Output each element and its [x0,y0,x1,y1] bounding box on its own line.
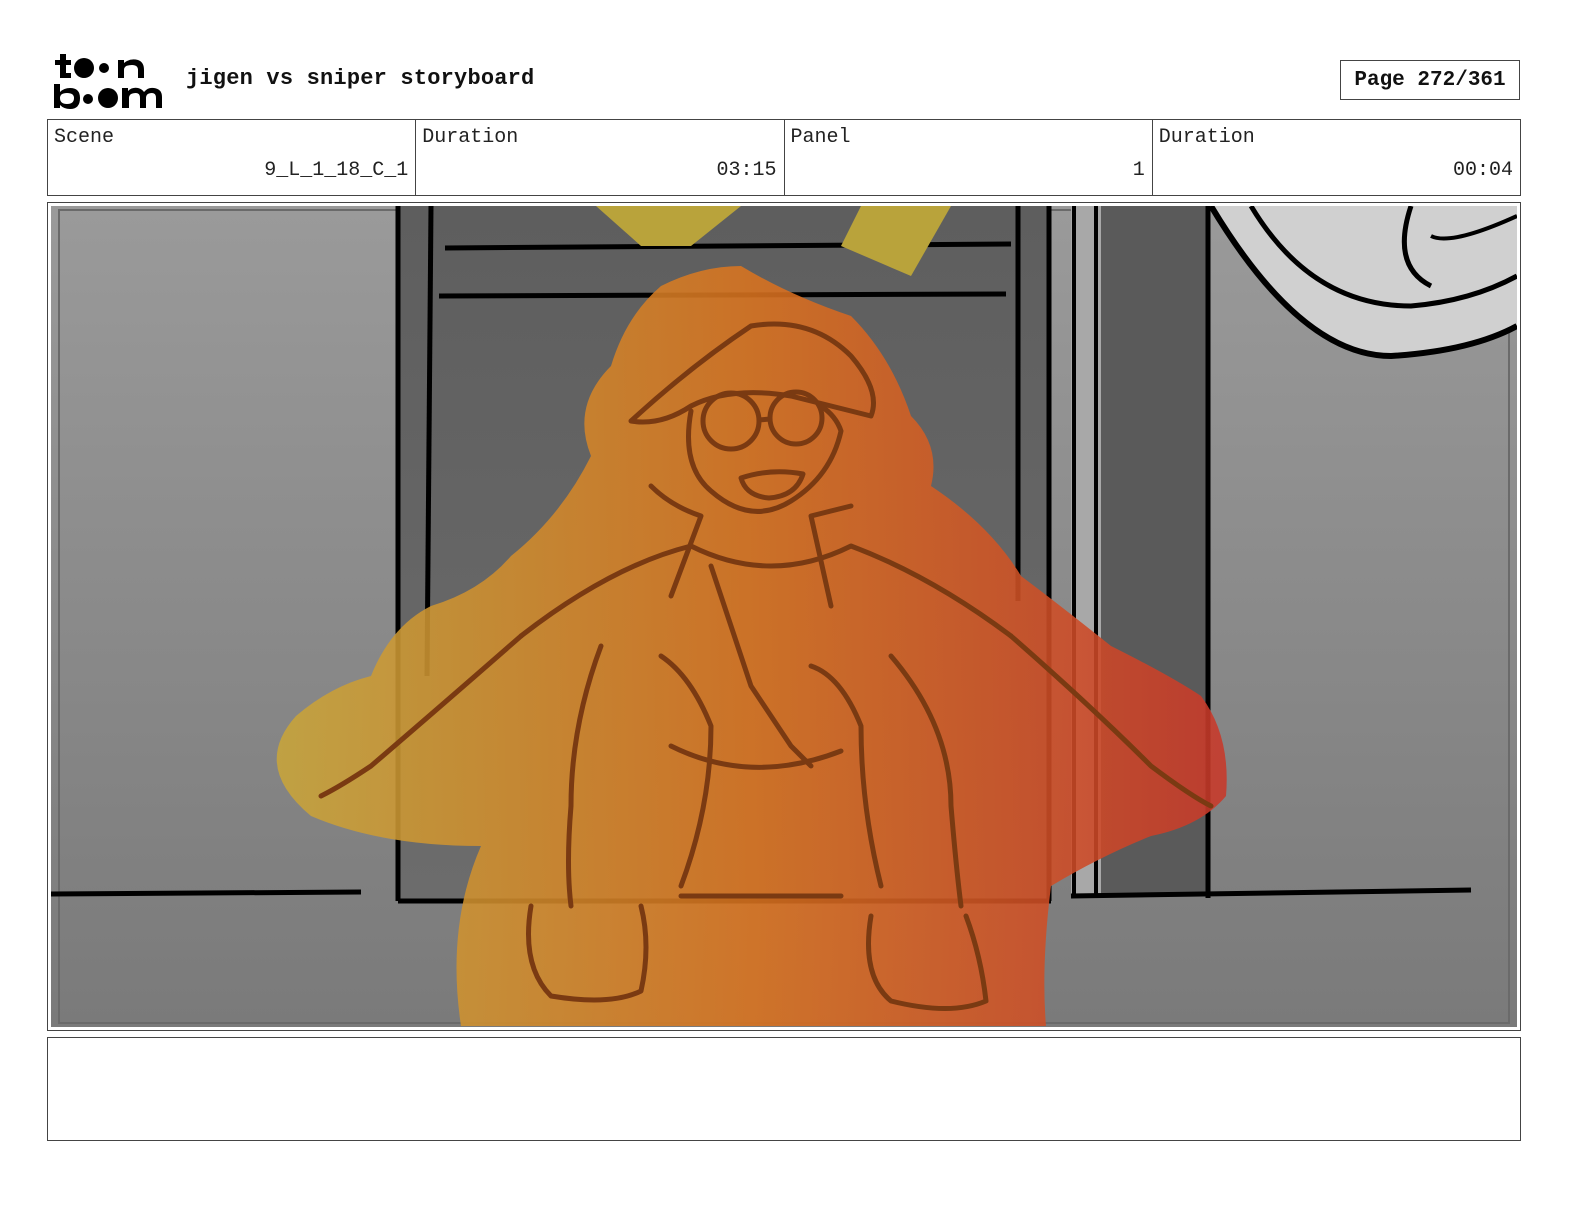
scene-label: Scene [54,126,115,149]
panel-value: 1 [1132,159,1145,182]
storyboard-panel-drawing [51,206,1517,1027]
scene-duration-label: Duration [422,126,519,149]
scene-duration-value: 03:15 [716,159,777,182]
scene-cell: Scene 9_L_1_18_C_1 [48,120,417,195]
scene-value: 9_L_1_18_C_1 [264,159,409,182]
storyboard-panel-frame [47,202,1521,1031]
page-number: 272/361 [1417,68,1506,92]
panel-duration-cell: Duration 00:04 [1153,120,1520,195]
panel-notes-box [47,1037,1521,1141]
page-indicator: Page 272/361 [1340,60,1520,100]
toon-boom-logo [52,50,164,112]
scene-info-table: Scene 9_L_1_18_C_1 Duration 03:15 Panel … [47,119,1521,196]
panel-cell: Panel 1 [785,120,1153,195]
panel-label: Panel [790,126,851,149]
panel-duration-label: Duration [1158,126,1255,149]
scene-duration-cell: Duration 03:15 [416,120,785,195]
storyboard-title: jigen vs sniper storyboard [186,66,535,91]
panel-duration-value: 00:04 [1452,159,1513,182]
page-label: Page [1354,68,1405,92]
